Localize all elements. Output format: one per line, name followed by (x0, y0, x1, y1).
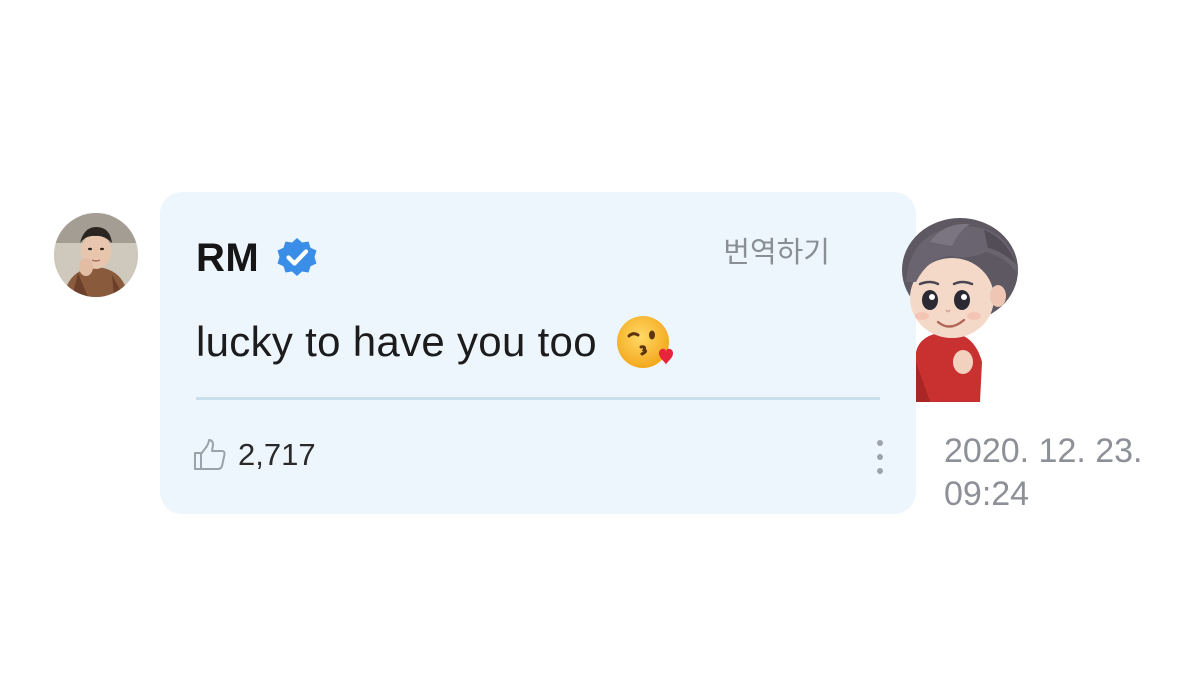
comment-text: lucky to have you too (196, 318, 597, 365)
translate-link[interactable]: 번역하기 (723, 234, 830, 270)
avatar[interactable] (54, 213, 138, 297)
comment-bubble: RM 번역하기 lucky to have you too 2,717 (160, 192, 916, 514)
comment-screen: RM 번역하기 lucky to have you too 2,717 2020… (0, 0, 1200, 675)
comment-body: lucky to have you too (196, 312, 673, 372)
verified-badge-icon (277, 238, 317, 276)
thumbs-up-icon (194, 439, 226, 470)
like-count: 2,717 (238, 437, 316, 472)
timestamp: 2020. 12. 23. 09:24 (944, 430, 1194, 516)
timestamp-date: 2020. 12. 23. (944, 432, 1143, 470)
more-vertical-icon[interactable] (874, 438, 886, 476)
timestamp-time: 09:24 (944, 475, 1030, 513)
author-row: RM (196, 236, 319, 280)
divider (196, 397, 880, 400)
kissing-face-with-heart-emoji (616, 316, 673, 368)
author-name[interactable]: RM (196, 236, 259, 280)
like-button[interactable]: 2,717 (192, 435, 316, 475)
character-sticker (902, 218, 1018, 402)
